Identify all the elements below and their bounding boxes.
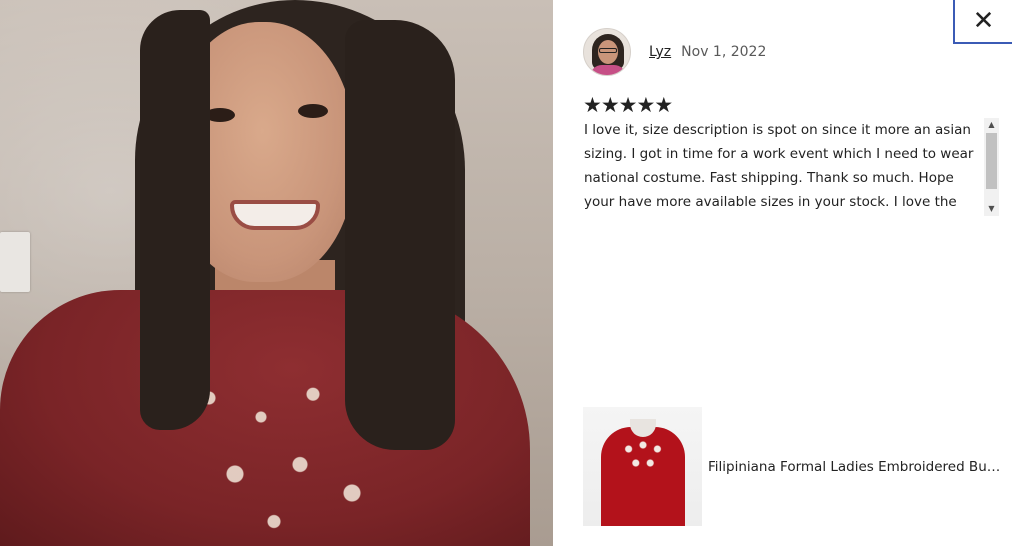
product-link[interactable]: Filipiniana Formal Ladies Embroidered Bu… — [583, 407, 1003, 526]
product-title[interactable]: Filipiniana Formal Ladies Embroidered Bu… — [708, 459, 1003, 475]
photo-hair-right — [345, 20, 455, 450]
star-icon: ★ — [654, 93, 674, 117]
product-thumbnail[interactable] — [583, 407, 702, 526]
star-icon: ★ — [618, 93, 638, 117]
avatar-glasses — [599, 48, 617, 53]
review-text: I love it, size description is spot on s… — [584, 122, 974, 210]
scrollbar-thumb[interactable] — [986, 133, 997, 189]
photo-eye-right — [298, 104, 328, 118]
light-switch — [0, 232, 30, 292]
review-photo — [0, 0, 553, 546]
photo-smile — [230, 200, 320, 230]
review-date: Nov 1, 2022 — [681, 44, 767, 60]
scroll-up-arrow-icon[interactable]: ▲ — [984, 118, 999, 132]
photo-hair-left — [140, 10, 210, 430]
avatar[interactable] — [583, 28, 631, 76]
review-scrollbar[interactable]: ▲ ▼ — [984, 118, 999, 216]
star-icon: ★ — [636, 93, 656, 117]
close-icon[interactable]: ✕ — [973, 8, 995, 34]
product-embroidery — [619, 437, 667, 477]
review-text-scroll-area[interactable]: I love it, size description is spot on s… — [583, 118, 999, 216]
reviewer-name-link[interactable]: Lyz — [649, 44, 671, 60]
scroll-down-arrow-icon[interactable]: ▼ — [984, 202, 999, 216]
close-button[interactable]: ✕ — [953, 0, 1012, 44]
avatar-shirt — [590, 65, 626, 75]
reviewer-header: Lyz Nov 1, 2022 — [583, 28, 766, 76]
star-icon: ★ — [600, 93, 620, 117]
star-icon: ★ — [583, 93, 602, 117]
star-rating: ★ ★ ★ ★ ★ — [583, 93, 674, 117]
